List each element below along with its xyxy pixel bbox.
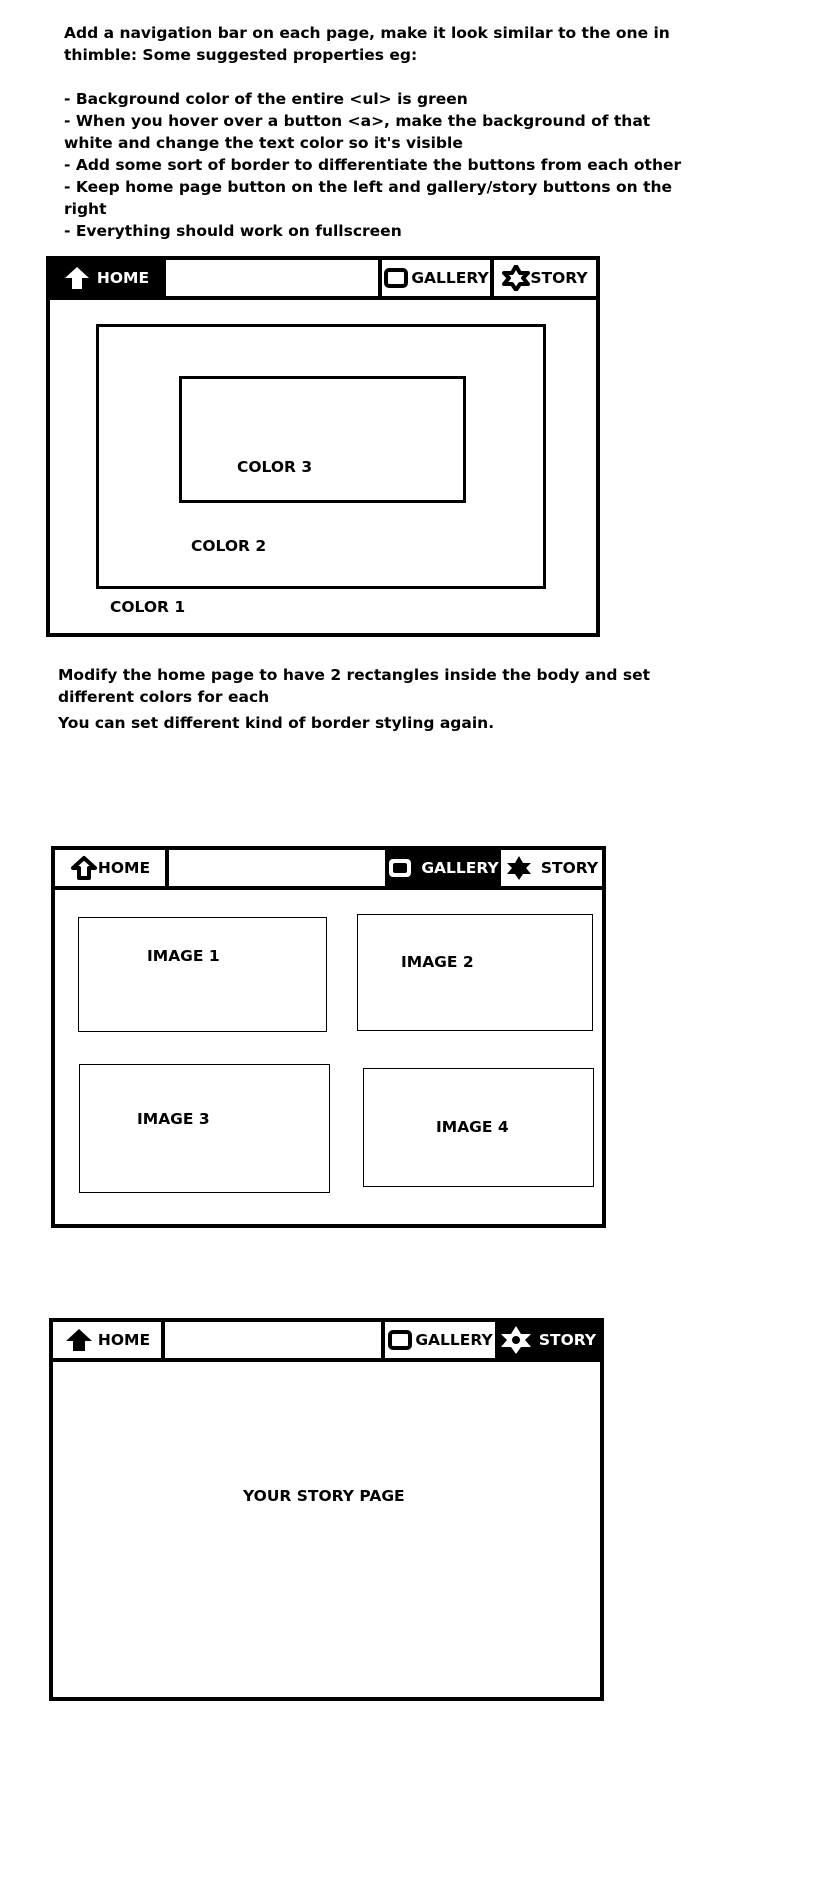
navigation-bar: HOME GALLERY STORY [55,850,602,890]
navigation-bar: HOME GALLERY STORY [53,1322,600,1362]
home-page-mockup: HOME GALLERY STORY COLOR 3 COLOR 2 COLOR… [46,256,600,637]
star-icon [506,856,531,880]
home-button[interactable]: HOME [53,1322,161,1358]
instruction-line: - When you hover over a button <a>, make… [64,112,651,130]
home-icon [65,1329,92,1351]
star-icon [502,265,531,291]
color1-label: COLOR 1 [110,598,186,616]
story-content-label: YOUR STORY PAGE [243,1487,405,1505]
color3-rectangle [179,376,466,503]
image1-label: IMAGE 1 [147,947,220,965]
image2-placeholder [357,914,593,1031]
story-page-mockup: HOME GALLERY STORY YOUR STORY PAGE [49,1318,604,1701]
gallery-button-label: GALLERY [421,859,499,877]
home-button-label: HOME [97,859,151,877]
instruction-line: white and change the text color so it's … [64,134,463,152]
story-button-label: STORY [538,1331,597,1349]
gallery-button[interactable]: GALLERY [385,850,501,886]
gallery-button-label: GALLERY [411,269,489,287]
image3-label: IMAGE 3 [137,1110,210,1128]
instruction-line: - Background color of the entire <ul> is… [64,90,468,108]
story-button[interactable]: STORY [501,850,602,886]
home-button-label: HOME [97,1331,151,1349]
text-line: different colors for each [58,688,270,706]
instruction-line: - Keep home page button on the left and … [64,178,673,196]
text-line: You can set different kind of border sty… [58,714,495,732]
story-button[interactable]: STORY [494,260,596,296]
color2-label: COLOR 2 [191,537,267,555]
text-line: Modify the home page to have 2 rectangle… [58,666,651,684]
gallery-icon [389,859,412,877]
story-button-label: STORY [530,269,588,287]
gallery-icon [388,1330,413,1350]
gallery-page-mockup: HOME GALLERY STORY IMAGE 1 IMAGE 2 IMAGE… [51,846,606,1228]
home-icon [70,856,97,880]
story-button[interactable]: STORY [495,1322,600,1358]
gallery-button[interactable]: GALLERY [382,260,490,296]
navigation-bar: HOME GALLERY STORY [50,260,596,300]
gallery-icon [384,268,409,288]
image3-placeholder [79,1064,330,1193]
image2-label: IMAGE 2 [401,953,474,971]
home-icon [64,267,89,289]
image1-placeholder [78,917,327,1032]
instruction-line: - Add some sort of border to differentia… [64,156,682,174]
story-button-label: STORY [540,859,599,877]
color3-label: COLOR 3 [237,458,313,476]
gallery-button-label: GALLERY [415,1331,493,1349]
instruction-line: Add a navigation bar on each page, make … [64,24,670,42]
instruction-line: - Everything should work on fullscreen [64,222,402,240]
instruction-line: thimble: Some suggested properties eg: [64,46,418,64]
gallery-button[interactable]: GALLERY [385,1322,495,1358]
home-button-label: HOME [96,269,150,287]
instruction-line: right [64,200,107,218]
star-icon [500,1326,531,1354]
image4-label: IMAGE 4 [436,1118,509,1136]
home-button[interactable]: HOME [50,260,162,296]
home-button[interactable]: HOME [55,850,165,886]
